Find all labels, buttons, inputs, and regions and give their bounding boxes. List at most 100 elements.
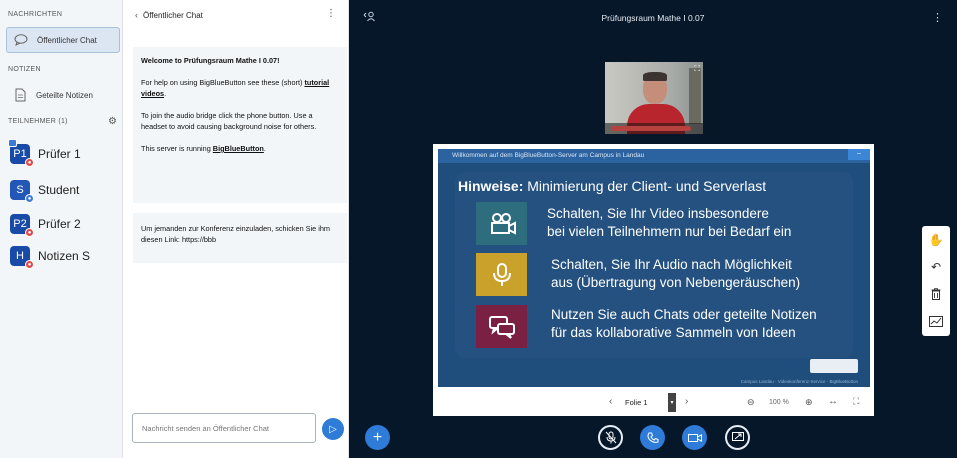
- welcome-title: Welcome to Prüfungsraum Mathe I 0.07!: [141, 56, 280, 65]
- chevron-left-icon[interactable]: ‹: [135, 10, 138, 20]
- public-chat-item[interactable]: Öffentlicher Chat: [6, 27, 120, 53]
- user-item[interactable]: H ● Notizen S: [10, 245, 91, 269]
- multi-user-whiteboard-icon[interactable]: [922, 308, 950, 335]
- slide-header: Willkommen auf dem BigBlueButton-Server …: [438, 149, 870, 163]
- messages-section-title: NACHRICHTEN: [8, 11, 63, 18]
- muted-icon: ●: [25, 158, 34, 167]
- chat-header[interactable]: ‹ Öffentlicher Chat: [135, 10, 203, 20]
- user-list-panel: NACHRICHTEN Öffentlicher Chat NOTIZEN Ge…: [0, 0, 123, 458]
- options-menu-icon[interactable]: ⋮: [932, 11, 943, 24]
- gear-icon[interactable]: ⚙: [108, 116, 117, 127]
- presentation-area: Willkommen auf dem BigBlueButton-Server …: [433, 144, 874, 416]
- hand-tool-icon[interactable]: ✋: [922, 226, 950, 253]
- participants-section-title: TEILNEHMER (1): [8, 118, 68, 125]
- server-text: This server is running: [141, 144, 211, 153]
- chat-icon: [13, 32, 29, 48]
- muted-icon: ●: [25, 260, 34, 269]
- notes-section-title: NOTIZEN: [8, 66, 41, 73]
- user-item[interactable]: P2 ● Prüfer 2: [10, 213, 81, 237]
- muted-icon: ●: [25, 228, 34, 237]
- shared-notes-item[interactable]: Geteilte Notizen: [6, 82, 120, 108]
- actions-plus-button[interactable]: +: [365, 425, 390, 450]
- help-end: .: [164, 89, 167, 98]
- send-button[interactable]: ▷: [322, 418, 344, 440]
- webcam-video[interactable]: ⛶: [605, 62, 703, 134]
- avatar: H ●: [10, 246, 34, 269]
- user-name: Notizen S: [38, 249, 91, 263]
- slide-item-2-text: Schalten, Sie Ihr Audio nach Möglichkeit…: [551, 256, 800, 292]
- user-item[interactable]: S ● Student: [10, 179, 80, 203]
- invite-text: Um jemanden zur Konferenz einzuladen, sc…: [141, 224, 331, 244]
- welcome-message: Welcome to Prüfungsraum Mathe I 0.07! Fo…: [133, 47, 347, 203]
- slide-heading-rest: Minimierung der Client- und Serverlast: [523, 178, 767, 194]
- chat-title: Öffentlicher Chat: [143, 10, 203, 20]
- avatar: P2 ●: [10, 214, 34, 237]
- user-name: Student: [38, 183, 80, 197]
- mute-microphone-button[interactable]: [598, 425, 623, 450]
- avatar-initials: S: [16, 184, 24, 196]
- more-options-icon[interactable]: ⋮: [326, 8, 336, 19]
- slide-item-2-line2: aus (Übertragung von Nebengeräuschen): [551, 275, 801, 290]
- microphone-muted-icon: [605, 431, 616, 444]
- zoom-in-icon[interactable]: ⊕: [805, 397, 813, 408]
- phone-icon: [647, 432, 658, 443]
- invite-message: Um jemanden zur Konferenz einzuladen, sc…: [133, 213, 347, 263]
- bigbluebutton-link[interactable]: BigBlueButton: [213, 144, 264, 153]
- avatar-initials: P1: [13, 148, 27, 160]
- next-slide-icon[interactable]: ›: [685, 396, 688, 407]
- listen-only-icon: ●: [25, 194, 34, 203]
- campus-logo: [810, 359, 858, 373]
- fullscreen-icon[interactable]: ⛶: [853, 396, 859, 407]
- fullscreen-icon[interactable]: ⛶: [694, 64, 700, 74]
- main-area: Prüfungsraum Mathe I 0.07 ⋮ ⛶ Willkommen…: [349, 0, 957, 458]
- notes-icon: [12, 87, 28, 103]
- avatar-initials: P2: [13, 218, 27, 230]
- user-name: Prüfer 1: [38, 147, 81, 161]
- minimize-presentation-icon[interactable]: –: [848, 149, 870, 160]
- help-text: For help on using BigBlueButton see thes…: [141, 78, 303, 87]
- chat-input-placeholder: Nachricht senden an Öffentlicher Chat: [142, 423, 270, 433]
- undo-icon[interactable]: ↶: [922, 253, 950, 280]
- send-icon: ▷: [329, 423, 337, 435]
- slide-item-3-text: Nutzen Sie auch Chats oder geteilte Noti…: [551, 306, 817, 342]
- fit-width-icon[interactable]: ↔: [828, 396, 838, 407]
- slide-heading-bold: Hinweise:: [458, 178, 524, 194]
- screen-share-icon: [731, 432, 744, 441]
- slide-item-1-text: Schalten, Sie Ihr Video insbesondere bei…: [547, 205, 791, 241]
- share-webcam-button[interactable]: [682, 425, 707, 450]
- chat-message-input[interactable]: Nachricht senden an Öffentlicher Chat: [132, 413, 316, 443]
- room-title: Prüfungsraum Mathe I 0.07: [601, 13, 705, 23]
- avatar: P1 ●: [8, 139, 34, 167]
- share-screen-button[interactable]: [725, 425, 750, 450]
- presenter-badge-icon: [8, 139, 17, 147]
- server-end: .: [263, 144, 266, 153]
- presentation-toolbar: ‹ Folie 1 ▾ › ⊖ 100 % ⊕ ↔ ⛶: [433, 390, 874, 416]
- slide-heading: Hinweise: Minimierung der Client- und Se…: [458, 178, 766, 194]
- zoom-level[interactable]: 100 %: [769, 399, 789, 406]
- user-name: Prüfer 2: [38, 217, 81, 231]
- whiteboard-toolbar: ✋ ↶: [922, 226, 950, 336]
- zoom-out-icon[interactable]: ⊖: [747, 397, 755, 408]
- plus-icon: +: [372, 428, 383, 446]
- user-item[interactable]: P1 ● Prüfer 1: [8, 139, 81, 167]
- slide-item-1-line2: bei vielen Teilnehmern nur bei Bedarf ei…: [547, 224, 792, 239]
- shared-notes-label: Geteilte Notizen: [36, 90, 93, 100]
- slide-footer: Campus Landau · Videokonferenz-Service ·…: [740, 379, 858, 384]
- presentation-slide[interactable]: Willkommen auf dem BigBlueButton-Server …: [438, 149, 870, 387]
- leave-audio-button[interactable]: [640, 425, 665, 450]
- public-chat-label: Öffentlicher Chat: [37, 35, 97, 45]
- avatar-initials: H: [16, 250, 24, 262]
- previous-slide-icon[interactable]: ‹: [609, 396, 612, 407]
- slide-item-2-line1: Schalten, Sie Ihr Audio nach Möglichkeit: [551, 257, 792, 272]
- chat-bubbles-icon: [476, 305, 527, 348]
- chat-panel: ‹ Öffentlicher Chat ⋮ Welcome to Prüfung…: [123, 0, 349, 458]
- video-camera-icon: [476, 202, 527, 245]
- slide-label: Folie 1: [625, 398, 648, 407]
- avatar: S ●: [10, 180, 34, 203]
- slide-item-3-line2: für das kollaborative Sammeln von Ideen: [551, 325, 796, 340]
- chevron-down-icon[interactable]: ▾: [668, 393, 676, 412]
- video-camera-icon: [687, 433, 702, 442]
- trash-icon[interactable]: [922, 280, 950, 307]
- slide-item-3-line1: Nutzen Sie auch Chats oder geteilte Noti…: [551, 307, 817, 322]
- slide-selector[interactable]: Folie 1: [617, 394, 659, 411]
